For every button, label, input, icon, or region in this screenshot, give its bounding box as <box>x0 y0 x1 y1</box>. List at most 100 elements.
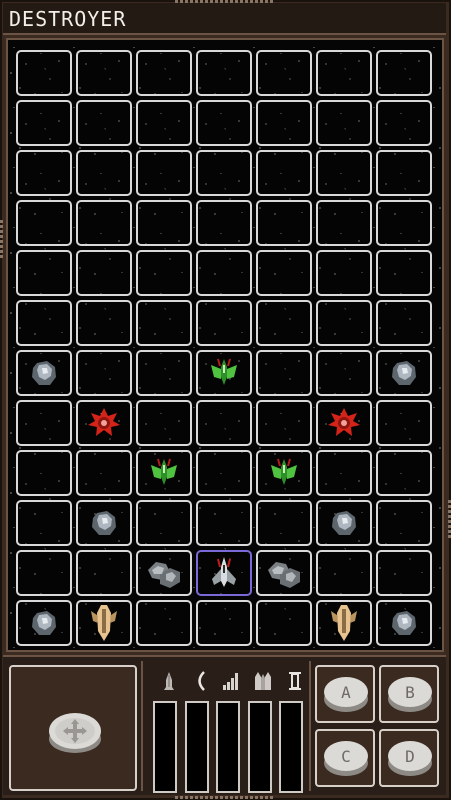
board-cell[interactable] <box>196 400 252 446</box>
frame-decoration-bottom <box>175 796 275 799</box>
board-cell[interactable] <box>136 250 192 296</box>
board-cell[interactable] <box>316 450 372 496</box>
board-cell[interactable] <box>76 150 132 196</box>
board-cell[interactable] <box>316 500 372 546</box>
board-cell[interactable] <box>196 150 252 196</box>
board-cell[interactable] <box>76 400 132 446</box>
board-cell[interactable] <box>76 450 132 496</box>
board-cell[interactable] <box>136 100 192 146</box>
board-cell[interactable] <box>76 100 132 146</box>
button-d[interactable]: D <box>379 729 439 787</box>
button-d-label: D <box>405 747 415 766</box>
board-cell[interactable] <box>256 350 312 396</box>
button-c[interactable]: C <box>315 729 375 787</box>
board-cell[interactable] <box>376 200 432 246</box>
board-cell[interactable] <box>376 350 432 396</box>
player-ship-icon <box>208 555 240 591</box>
dpad-button[interactable] <box>47 709 103 755</box>
board-cell[interactable] <box>376 150 432 196</box>
board-cell[interactable] <box>136 350 192 396</box>
board-cell[interactable] <box>316 100 372 146</box>
board-cell[interactable] <box>196 600 252 646</box>
board-cell[interactable] <box>136 50 192 96</box>
board-cell[interactable] <box>376 250 432 296</box>
board-cell[interactable] <box>16 300 72 346</box>
board-cell[interactable] <box>316 300 372 346</box>
board-cell[interactable] <box>376 500 432 546</box>
board-cell[interactable] <box>196 200 252 246</box>
board-cell[interactable] <box>376 550 432 596</box>
board-cell[interactable] <box>16 100 72 146</box>
board-cell[interactable] <box>316 50 372 96</box>
board-cell[interactable] <box>76 600 132 646</box>
board-cell[interactable] <box>16 400 72 446</box>
board-cell[interactable] <box>16 500 72 546</box>
board-cell[interactable] <box>256 400 312 446</box>
board-cell[interactable] <box>316 150 372 196</box>
board-cell[interactable] <box>256 250 312 296</box>
board-cell[interactable] <box>136 150 192 196</box>
board-cell[interactable] <box>76 250 132 296</box>
board-cell[interactable] <box>196 300 252 346</box>
board-cell[interactable] <box>256 600 312 646</box>
asteroid-icon <box>389 358 419 388</box>
board-cell[interactable] <box>76 300 132 346</box>
button-a[interactable]: A <box>315 665 375 723</box>
board-cell[interactable] <box>316 250 372 296</box>
board-cell[interactable] <box>136 300 192 346</box>
time-meter <box>279 701 303 793</box>
board-cell[interactable] <box>16 550 72 596</box>
board-cell[interactable] <box>16 150 72 196</box>
board-cell[interactable] <box>16 200 72 246</box>
board-cell[interactable] <box>376 100 432 146</box>
board-cell[interactable] <box>16 350 72 396</box>
board-cell[interactable] <box>16 250 72 296</box>
board-cell[interactable] <box>196 100 252 146</box>
board-cell[interactable] <box>256 50 312 96</box>
board-cell[interactable] <box>76 200 132 246</box>
board-cell[interactable] <box>196 450 252 496</box>
board-cell[interactable] <box>196 250 252 296</box>
action-buttons-panel: A B C D <box>313 663 441 793</box>
board-cell-selected[interactable] <box>196 550 252 596</box>
board-cell[interactable] <box>376 400 432 446</box>
board-cell[interactable] <box>136 400 192 446</box>
playfield <box>6 38 444 652</box>
board-cell[interactable] <box>316 200 372 246</box>
board-cell[interactable] <box>16 450 72 496</box>
board-cell[interactable] <box>376 50 432 96</box>
red-mine-icon <box>327 407 361 439</box>
board-cell[interactable] <box>376 450 432 496</box>
board-cell[interactable] <box>256 200 312 246</box>
board-cell[interactable] <box>256 550 312 596</box>
board-cell[interactable] <box>316 600 372 646</box>
board-cell[interactable] <box>136 450 192 496</box>
board-cell[interactable] <box>316 550 372 596</box>
title-bar: DESTROYER <box>3 3 446 35</box>
board-cell[interactable] <box>16 600 72 646</box>
board-cell[interactable] <box>256 500 312 546</box>
board-cell[interactable] <box>136 550 192 596</box>
board-cell[interactable] <box>196 350 252 396</box>
board-cell[interactable] <box>256 300 312 346</box>
board-cell[interactable] <box>136 200 192 246</box>
board-cell[interactable] <box>256 450 312 496</box>
board-cell[interactable] <box>376 600 432 646</box>
board-cell[interactable] <box>196 500 252 546</box>
button-b[interactable]: B <box>379 665 439 723</box>
board-cell[interactable] <box>76 550 132 596</box>
board-cell[interactable] <box>136 500 192 546</box>
board-cell[interactable] <box>316 400 372 446</box>
asteroid-icon <box>29 358 59 388</box>
board-cell[interactable] <box>316 350 372 396</box>
board-cell[interactable] <box>256 100 312 146</box>
board-cell[interactable] <box>376 300 432 346</box>
board-cell[interactable] <box>76 350 132 396</box>
board-cell[interactable] <box>16 50 72 96</box>
board-cell[interactable] <box>196 50 252 96</box>
board-cell[interactable] <box>76 500 132 546</box>
board-cell[interactable] <box>256 150 312 196</box>
board-cell[interactable] <box>136 600 192 646</box>
green-fighter-icon <box>268 457 300 489</box>
board-cell[interactable] <box>76 50 132 96</box>
